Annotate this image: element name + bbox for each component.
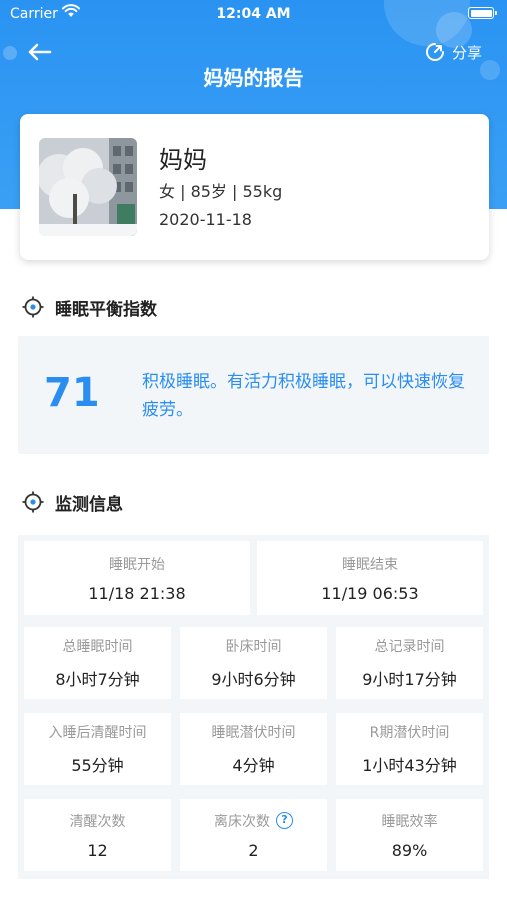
- metric-total-record: 总记录时间 9小时17分钟: [336, 627, 483, 699]
- section-title: 监测信息: [55, 494, 123, 515]
- target-icon: [22, 296, 44, 318]
- sleep-index-score: 71: [44, 370, 100, 416]
- metric-label: 睡眠潜伏时间: [211, 725, 296, 741]
- metric-label: 入睡后清醒时间: [48, 725, 147, 741]
- metric-sleep-start: 睡眠开始 11/18 21:38: [24, 541, 250, 615]
- status-bar: Carrier 12:04 AM: [0, 0, 507, 30]
- battery-icon: [468, 7, 497, 19]
- status-time: 12:04 AM: [216, 6, 291, 22]
- metric-label: 清醒次数: [69, 813, 126, 830]
- metric-total-sleep: 总睡眠时间 8小时7分钟: [24, 627, 171, 699]
- metric-value: 55分钟: [71, 756, 124, 775]
- metric-label: 总记录时间: [374, 639, 445, 655]
- avatar-image: [39, 138, 137, 236]
- metric-label: 睡眠效率: [381, 813, 438, 830]
- metric-time-in-bed: 卧床时间 9小时6分钟: [180, 627, 327, 699]
- metric-wake-count: 清醒次数 12: [24, 799, 171, 871]
- metric-wake-after-onset: 入睡后清醒时间 55分钟: [24, 713, 171, 785]
- metric-value: 9小时6分钟: [211, 670, 296, 689]
- metric-label: 睡眠结束: [342, 556, 398, 573]
- profile-name: 妈妈: [159, 146, 207, 174]
- monitor-row: 总睡眠时间 8小时7分钟 卧床时间 9小时6分钟 总记录时间 9小时17分钟: [18, 621, 489, 707]
- profile-info: 女 | 85岁 | 55kg: [159, 182, 283, 201]
- sleep-index-header: 睡眠平衡指数: [22, 295, 157, 320]
- metric-value: 2: [248, 840, 259, 860]
- metric-value: 8小时7分钟: [55, 670, 140, 689]
- monitor-header: 监测信息: [22, 490, 123, 515]
- metric-value: 1小时43分钟: [362, 756, 457, 775]
- metric-label-text: 离床次数: [214, 813, 270, 830]
- metric-value: 11/18 21:38: [88, 583, 186, 603]
- monitor-row: 入睡后清醒时间 55分钟 睡眠潜伏时间 4分钟 R期潜伏时间 1小时43分钟: [18, 707, 489, 793]
- share-icon: [426, 43, 444, 61]
- metric-label: 睡眠开始: [109, 556, 165, 573]
- metric-value: 11/19 06:53: [321, 583, 419, 603]
- section-title: 睡眠平衡指数: [55, 299, 157, 320]
- sleep-index-description: 积极睡眠。有活力积极睡眠，可以快速恢复疲劳。: [142, 372, 465, 420]
- metric-value: 9小时17分钟: [362, 670, 457, 689]
- profile-card: 妈妈 女 | 85岁 | 55kg 2020-11-18: [20, 114, 489, 260]
- monitor-row: 清醒次数 12 离床次数 ? 2 睡眠效率 89%: [18, 793, 489, 879]
- target-icon: [22, 491, 44, 513]
- metric-label: R期潜伏时间: [369, 725, 450, 741]
- help-icon[interactable]: ?: [276, 812, 293, 829]
- metric-value: 12: [87, 840, 108, 860]
- metric-out-of-bed-count: 离床次数 ? 2: [180, 799, 327, 871]
- avatar: [39, 138, 137, 236]
- metric-value: 4分钟: [232, 756, 275, 775]
- page-title: 妈妈的报告: [203, 66, 304, 90]
- metric-label: 离床次数 ?: [214, 811, 293, 831]
- share-label: 分享: [452, 43, 483, 62]
- metric-sleep-latency: 睡眠潜伏时间 4分钟: [180, 713, 327, 785]
- metric-sleep-efficiency: 睡眠效率 89%: [336, 799, 483, 871]
- back-arrow-icon[interactable]: [26, 42, 52, 62]
- report-date: 2020-11-18: [159, 210, 252, 229]
- sleep-index-panel: 71 积极睡眠。有活力积极睡眠，可以快速恢复疲劳。: [18, 336, 489, 454]
- decor-bubble: [3, 46, 17, 60]
- metric-value: 89%: [391, 840, 428, 860]
- metric-sleep-end: 睡眠结束 11/19 06:53: [257, 541, 483, 615]
- metric-label: 总睡眠时间: [62, 639, 133, 655]
- metric-label: 卧床时间: [225, 639, 282, 655]
- share-button[interactable]: 分享: [424, 40, 482, 64]
- monitor-row: 睡眠开始 11/18 21:38 睡眠结束 11/19 06:53: [18, 535, 489, 621]
- metric-rem-latency: R期潜伏时间 1小时43分钟: [336, 713, 483, 785]
